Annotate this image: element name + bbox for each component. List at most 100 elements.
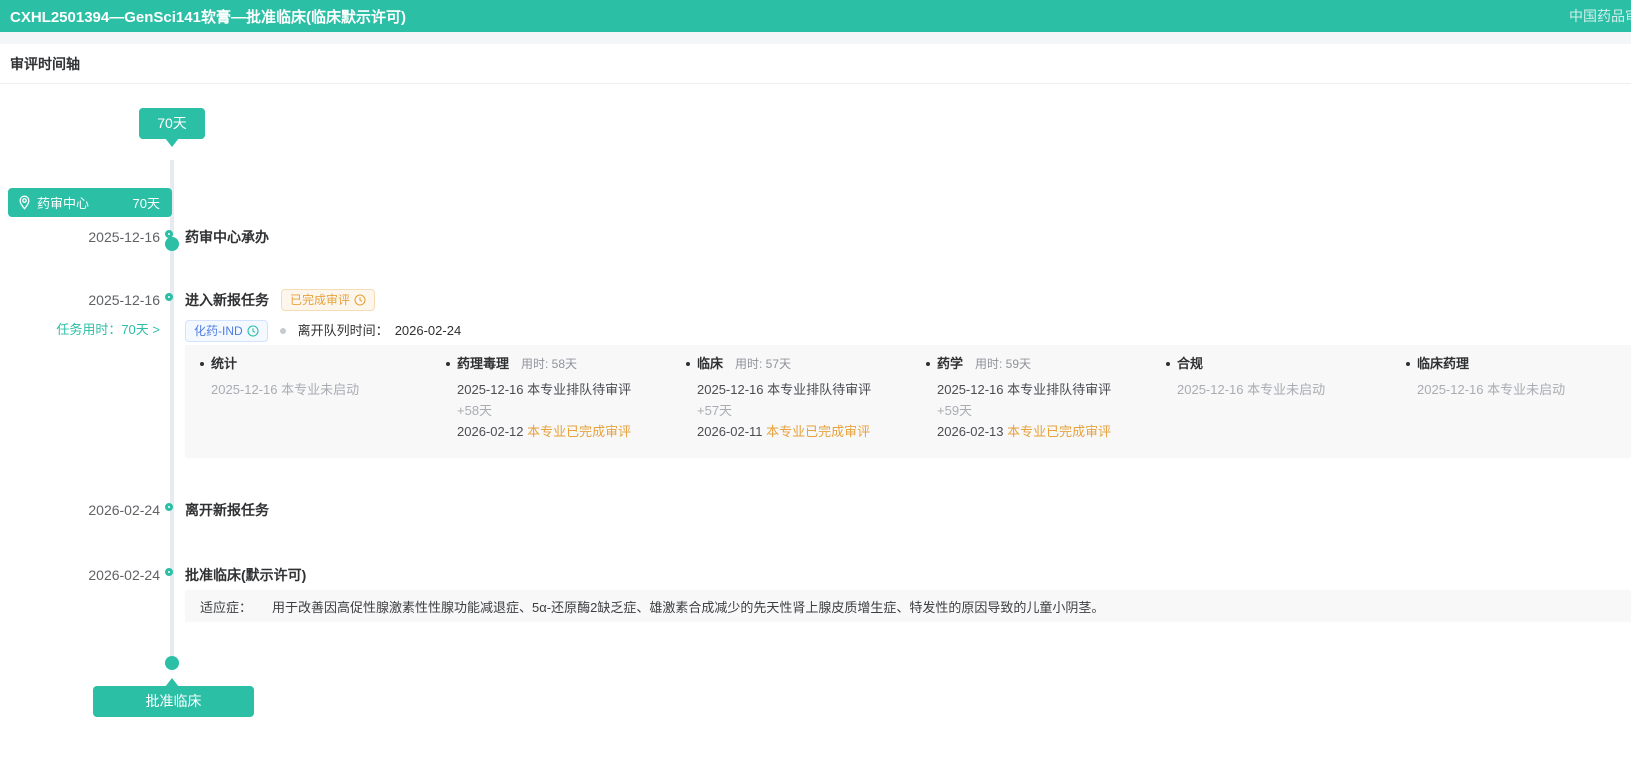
specialty-name: 合规 — [1177, 354, 1203, 374]
event-row: 离开新报任务 — [185, 500, 269, 520]
specialty-name: 统计 — [211, 354, 237, 374]
clock-icon — [247, 325, 259, 337]
page-title: CXHL2501394—GenSci141软膏—批准临床(临床默示许可) — [0, 6, 406, 27]
status-date: 2025-12-16 — [1417, 382, 1484, 397]
event-marker — [165, 293, 173, 301]
specialty-col-compliance: 合规 2025-12-16 本专业未启动 — [1166, 354, 1402, 400]
status-badge-completed[interactable]: 已完成审评 — [281, 289, 375, 311]
status-date: 2026-02-13 — [937, 424, 1004, 439]
bullet-icon — [686, 362, 690, 366]
specialty-wait-line: +57天 — [686, 401, 922, 421]
event-marker — [165, 503, 173, 511]
indication-text: 用于改善因高促性腺激素性性腺功能减退症、5α-还原酶2缺乏症、雄激素合成减少的先… — [272, 597, 1104, 616]
review-timeline-card: 审评时间轴 70天 药审中心 70天 2025-12-16 药审中心承办 202… — [0, 44, 1631, 760]
section-title: 审评时间轴 — [0, 44, 1631, 84]
specialty-wait-line: +58天 — [446, 401, 682, 421]
specialty-header: 药理毒理 用时: 58天 — [446, 354, 682, 374]
total-days-badge: 70天 — [139, 108, 205, 139]
center-days: 70天 — [133, 193, 160, 212]
bullet-icon — [1166, 362, 1170, 366]
timeline-start-dot — [165, 237, 179, 251]
specialty-done-line: 2026-02-11 本专业已完成审评 — [686, 422, 922, 442]
center-label: 药审中心 — [37, 193, 89, 212]
specialty-status-line: 2025-12-16 本专业排队待审评 — [686, 380, 922, 400]
specialty-name: 药理毒理 — [457, 354, 509, 374]
status-text: 本专业排队待审评 — [767, 382, 871, 397]
event-date: 2025-12-16 — [0, 227, 160, 247]
specialty-duration: 用时: 59天 — [975, 354, 1031, 374]
clock-icon — [354, 294, 366, 306]
specialty-name: 临床 — [697, 354, 723, 374]
specialty-status-line: 2025-12-16 本专业未启动 — [1406, 380, 1631, 400]
event-title: 批准临床(默示许可) — [185, 565, 306, 585]
bullet-icon — [446, 362, 450, 366]
status-text: 本专业已完成审评 — [1007, 424, 1111, 439]
event-date: 2025-12-16 — [0, 290, 160, 310]
wait-days: +58天 — [457, 403, 492, 418]
specialty-col-pharmacy: 药学 用时: 59天 2025-12-16 本专业排队待审评 +59天 2026… — [926, 354, 1162, 442]
specialty-col-statistics: 统计 2025-12-16 本专业未启动 — [200, 354, 436, 400]
timeline-canvas: 70天 药审中心 70天 2025-12-16 药审中心承办 2025-12-1… — [0, 84, 1631, 759]
status-text: 本专业未启动 — [281, 382, 359, 397]
specialty-col-clinpharm: 临床药理 2025-12-16 本专业未启动 — [1406, 354, 1631, 400]
bullet-icon — [926, 362, 930, 366]
specialty-col-clinical: 临床 用时: 57天 2025-12-16 本专业排队待审评 +57天 2026… — [686, 354, 922, 442]
specialty-duration: 用时: 58天 — [521, 354, 577, 374]
bullet-icon — [1406, 362, 1410, 366]
drug-type-label: 化药-IND — [194, 321, 243, 341]
event-row: 药审中心承办 — [185, 227, 269, 247]
event-row: 进入新报任务 已完成审评 — [185, 289, 375, 311]
event-date: 2026-02-24 — [0, 500, 160, 520]
status-date: 2025-12-16 — [457, 382, 524, 397]
status-text: 本专业排队待审评 — [1007, 382, 1111, 397]
status-badge-label: 已完成审评 — [290, 290, 350, 310]
specialty-status-line: 2025-12-16 本专业排队待审评 — [926, 380, 1162, 400]
specialty-done-line: 2026-02-12 本专业已完成审评 — [446, 422, 682, 442]
specialty-header: 统计 — [200, 354, 436, 374]
event-marker — [165, 568, 173, 576]
specialty-name: 临床药理 — [1417, 354, 1469, 374]
event-title: 离开新报任务 — [185, 500, 269, 520]
status-date: 2025-12-16 — [1177, 382, 1244, 397]
event-title: 药审中心承办 — [185, 227, 269, 247]
badge-arrow-down — [165, 138, 179, 147]
status-text: 本专业已完成审评 — [527, 424, 631, 439]
specialty-done-line: 2026-02-13 本专业已完成审评 — [926, 422, 1162, 442]
event-row: 批准临床(默示许可) — [185, 565, 306, 585]
specialty-header: 临床药理 — [1406, 354, 1631, 374]
specialties-panel: 统计 2025-12-16 本专业未启动 药理毒理 用时: 58天 2025-1… — [185, 345, 1631, 458]
status-date: 2025-12-16 — [937, 382, 1004, 397]
location-pin-icon — [18, 195, 31, 210]
queue-leave-date: 2026-02-24 — [395, 321, 462, 341]
approval-badge: 批准临床 — [93, 686, 254, 717]
wait-days: +57天 — [697, 403, 732, 418]
event-date: 2026-02-24 — [0, 565, 160, 585]
task-duration-link[interactable]: 任务用时：70天 > — [0, 320, 160, 340]
timeline-end-dot — [165, 656, 179, 670]
status-date: 2026-02-11 — [697, 424, 763, 439]
indication-box: 适应症： 用于改善因高促性腺激素性性腺功能减退症、5α-还原酶2缺乏症、雄激素合… — [185, 590, 1631, 622]
indication-label: 适应症： — [200, 597, 252, 616]
specialty-status-line: 2025-12-16 本专业未启动 — [1166, 380, 1402, 400]
specialty-status-line: 2025-12-16 本专业排队待审评 — [446, 380, 682, 400]
status-date: 2025-12-16 — [211, 382, 278, 397]
specialty-duration: 用时: 57天 — [735, 354, 791, 374]
review-center-bar: 药审中心 70天 — [8, 188, 172, 217]
status-text: 本专业未启动 — [1487, 382, 1565, 397]
bullet-icon — [200, 362, 204, 366]
separator-dot — [280, 328, 286, 334]
status-text: 本专业已完成审评 — [766, 424, 870, 439]
titlebar: CXHL2501394—GenSci141软膏—批准临床(临床默示许可) 中国药… — [0, 0, 1631, 32]
queue-info-row: 化药-IND 离开队列时间： 2026-02-24 — [185, 320, 461, 342]
specialty-col-pharmtox: 药理毒理 用时: 58天 2025-12-16 本专业排队待审评 +58天 20… — [446, 354, 682, 442]
specialty-header: 药学 用时: 59天 — [926, 354, 1162, 374]
queue-leave-label: 离开队列时间： — [298, 321, 389, 341]
event-marker — [165, 230, 173, 238]
event-title: 进入新报任务 — [185, 290, 269, 310]
brand-text: 中国药品审 — [1569, 0, 1631, 32]
specialty-status-line: 2025-12-16 本专业未启动 — [200, 380, 436, 400]
drug-type-badge[interactable]: 化药-IND — [185, 320, 268, 342]
status-text: 本专业未启动 — [1247, 382, 1325, 397]
status-date: 2026-02-12 — [457, 424, 524, 439]
specialty-header: 临床 用时: 57天 — [686, 354, 922, 374]
